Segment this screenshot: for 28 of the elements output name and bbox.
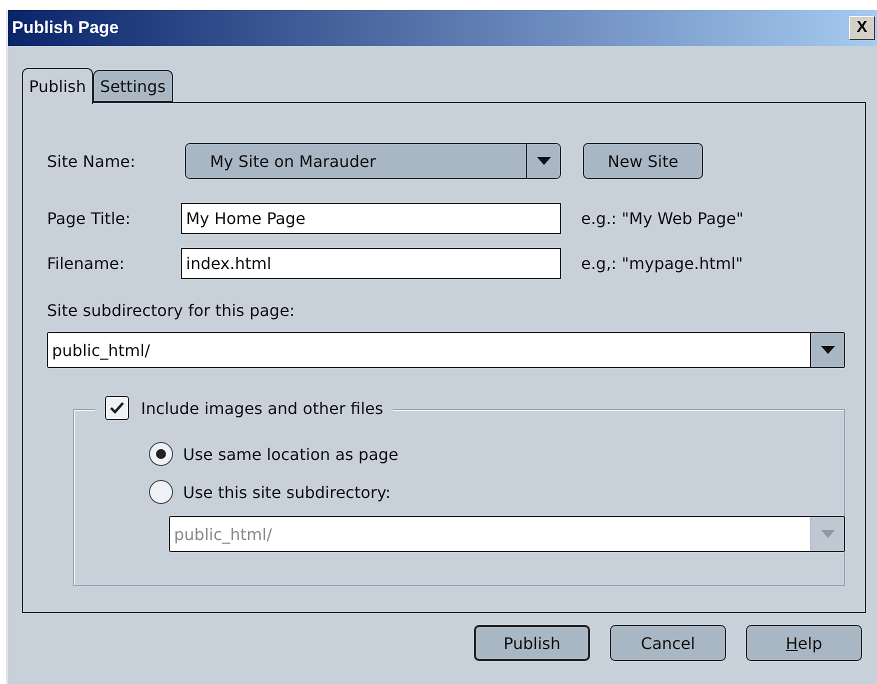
page-title-label: Page Title: xyxy=(47,209,132,228)
filename-label: Filename: xyxy=(47,254,126,273)
tab[interactable]: Settings xyxy=(93,70,173,102)
site-name-label: Site Name: xyxy=(47,152,136,170)
dialog-button[interactable]: Help xyxy=(746,625,862,661)
radio-button[interactable] xyxy=(149,480,173,504)
close-button[interactable]: X xyxy=(849,16,875,40)
caret-icon xyxy=(536,156,552,166)
filename-field[interactable]: index.html xyxy=(181,248,561,279)
tab[interactable]: Publish xyxy=(22,68,94,104)
window-title: Publish Page xyxy=(12,18,119,38)
subdirectory-label: Site subdirectory for this page: xyxy=(47,301,295,320)
radio-button[interactable] xyxy=(149,442,173,466)
subdirectory-dropdown[interactable]: public_html/ xyxy=(47,332,845,368)
page-title-field[interactable]: My Home Page xyxy=(181,203,561,234)
filename-hint: e.g,: "mypage.html" xyxy=(581,254,743,273)
include-files-checkbox[interactable] xyxy=(105,396,129,420)
dialog-button[interactable]: Publish xyxy=(474,625,590,661)
radio-label: Use this site subdirectory: xyxy=(183,482,391,502)
new-site-button[interactable]: New Site xyxy=(583,143,703,179)
include-files-label: Include images and other files xyxy=(141,398,384,418)
caret-icon xyxy=(820,345,836,355)
caret-icon xyxy=(820,529,836,539)
dialog-button[interactable]: Cancel xyxy=(610,625,726,661)
site-name-dropdown[interactable]: My Site on Marauder xyxy=(185,143,561,179)
page-title-hint: e.g.: "My Web Page" xyxy=(581,209,744,228)
radio-label: Use same location as page xyxy=(183,444,398,464)
check-icon xyxy=(109,401,125,415)
